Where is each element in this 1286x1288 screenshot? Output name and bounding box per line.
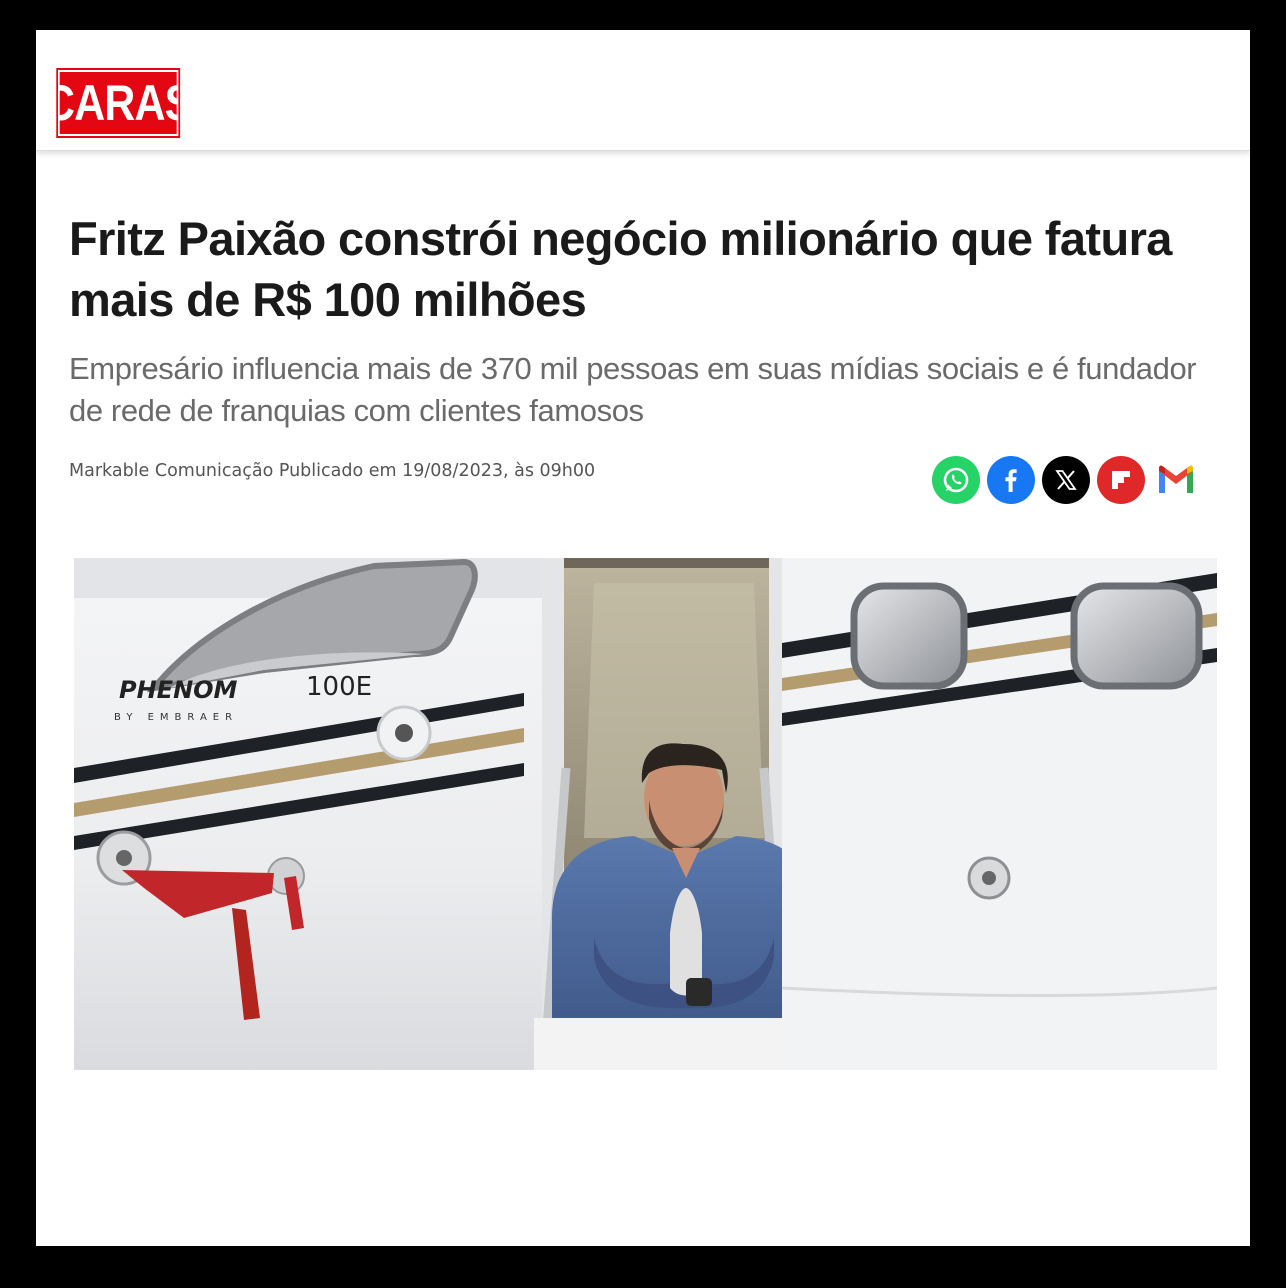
article-page: CARAS Fritz Paixão constrói negócio mili… — [36, 30, 1250, 1246]
share-x-button[interactable] — [1042, 456, 1090, 504]
article-byline: Markable Comunicação Publicado em 19/08/… — [69, 461, 596, 481]
share-flipboard-button[interactable] — [1097, 456, 1145, 504]
airplane-photo: PHENOM 100E BY EMBRAER — [74, 558, 1217, 1070]
share-facebook-button[interactable] — [987, 456, 1035, 504]
article-subtitle: Empresário influencia mais de 370 mil pe… — [69, 351, 1197, 428]
aircraft-maker-text: BY EMBRAER — [114, 712, 238, 723]
share-bar — [932, 456, 1200, 504]
share-gmail-button[interactable] — [1152, 456, 1200, 504]
aircraft-model-suffix-text: 100E — [306, 672, 372, 702]
hero-image: PHENOM 100E BY EMBRAER — [74, 558, 1217, 1070]
gmail-icon — [1159, 465, 1193, 493]
article-headline: Fritz Paixão constrói negócio milionário… — [69, 212, 1172, 326]
whatsapp-icon — [943, 467, 969, 493]
facebook-icon — [1005, 469, 1017, 492]
x-icon — [1055, 470, 1077, 490]
site-header: CARAS — [36, 30, 1250, 151]
aircraft-model-text: PHENOM — [119, 676, 238, 704]
flipboard-icon — [1112, 471, 1130, 489]
caras-logo[interactable]: CARAS — [44, 68, 193, 138]
share-whatsapp-button[interactable] — [932, 456, 980, 504]
